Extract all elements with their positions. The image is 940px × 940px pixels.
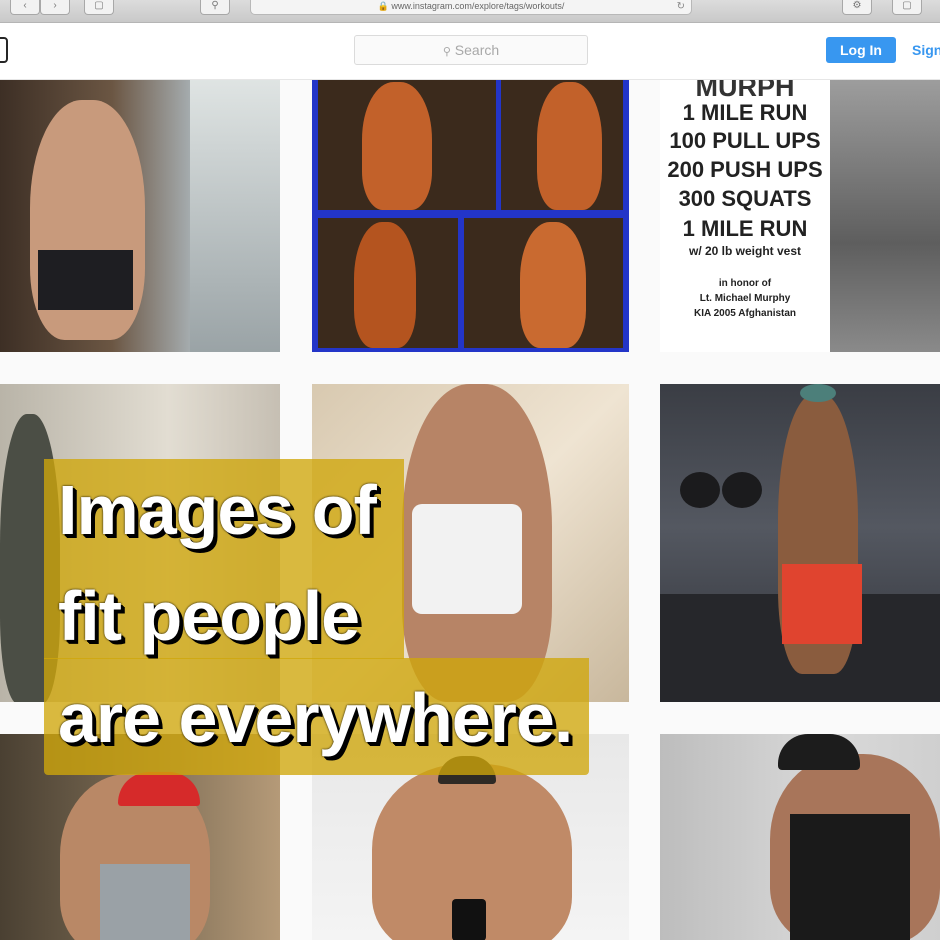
- lock-icon: 🔒: [377, 1, 389, 11]
- browser-toolbar: ‹ › ▢ ⚲ 🔒 www.instagram.com/explore/tags…: [0, 0, 940, 23]
- search-placeholder: Search: [454, 42, 500, 58]
- search-toolbar-button[interactable]: ⚲: [200, 0, 230, 15]
- signup-link[interactable]: Sign Up: [912, 37, 940, 63]
- poster-line: 1 MILE RUN: [682, 100, 808, 125]
- caption-line-2: fit people: [58, 577, 360, 655]
- poster-line: 100 PULL UPS: [669, 128, 821, 153]
- soldier-photo: [830, 80, 940, 352]
- medicine-ball: [680, 472, 720, 508]
- sidebar-button[interactable]: ▢: [84, 0, 114, 15]
- search-icon: ⚲: [211, 0, 219, 11]
- sidebar-icon: ▢: [94, 0, 104, 11]
- poster-line: in honor of: [718, 278, 772, 289]
- caption-line-1: Images of: [58, 471, 377, 549]
- post-thumbnail[interactable]: MURPH 1 MILE RUN 100 PULL UPS 200 PUSH U…: [660, 80, 940, 352]
- photo-detail: [412, 504, 522, 614]
- cap: [118, 772, 200, 806]
- chevron-right-icon: ›: [53, 0, 57, 11]
- share-icon: ▢: [902, 0, 912, 11]
- caption-line-3: are everywhere.: [58, 679, 573, 757]
- chevron-left-icon: ‹: [23, 0, 27, 11]
- post-thumbnail[interactable]: [0, 80, 280, 352]
- instagram-logo-icon[interactable]: [0, 37, 8, 63]
- share-button[interactable]: ▢: [892, 0, 922, 15]
- url-text: www.instagram.com/explore/tags/workouts/: [391, 1, 565, 11]
- reload-icon[interactable]: ↻: [677, 0, 685, 13]
- photo-detail: [38, 250, 133, 310]
- poster-line: 300 SQUATS: [678, 186, 812, 211]
- medicine-ball: [722, 472, 762, 508]
- post-thumbnail[interactable]: [312, 80, 629, 352]
- search-input[interactable]: ⚲ Search: [354, 35, 588, 65]
- cap: [778, 734, 860, 770]
- poster-line: 1 MILE RUN: [682, 216, 808, 241]
- tank-top: [100, 864, 190, 940]
- bodybuilder-figure: [362, 82, 432, 210]
- bodybuilder-figure: [520, 222, 586, 348]
- athlete-shorts: [782, 564, 862, 644]
- login-button[interactable]: Log In: [826, 37, 896, 63]
- window-area: [190, 80, 280, 352]
- forward-button[interactable]: ›: [40, 0, 70, 15]
- gear-icon: ⚙: [852, 0, 862, 11]
- bodybuilder-figure: [354, 222, 416, 348]
- tank-top: [790, 814, 910, 940]
- medicine-ball: [800, 384, 836, 402]
- poster-line: w/ 20 lb weight vest: [688, 244, 802, 258]
- post-thumbnail[interactable]: [660, 734, 940, 940]
- poster-line: KIA 2005 Afghanistan: [693, 308, 797, 319]
- search-icon: ⚲: [442, 46, 451, 58]
- address-bar[interactable]: 🔒 www.instagram.com/explore/tags/workout…: [250, 0, 692, 15]
- post-thumbnail[interactable]: [660, 384, 940, 702]
- back-button[interactable]: ‹: [10, 0, 40, 15]
- settings-button[interactable]: ⚙: [842, 0, 872, 15]
- instagram-header: ⚲ Search Log In Sign Up: [0, 23, 940, 80]
- poster-line: Lt. Michael Murphy: [699, 293, 791, 304]
- phone: [452, 899, 486, 940]
- poster-line: 200 PUSH UPS: [667, 157, 823, 182]
- bodybuilder-figure: [537, 82, 602, 210]
